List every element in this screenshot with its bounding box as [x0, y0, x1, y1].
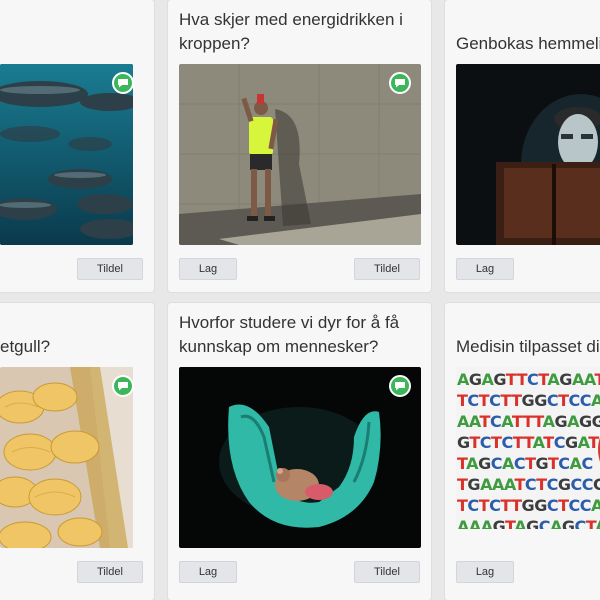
lag-button[interactable]: Lag [456, 258, 514, 280]
chat-bubble-icon [389, 72, 411, 94]
tildel-button[interactable]: Tildel [354, 258, 420, 280]
card-title[interactable]: Genbokas hemmelig [456, 32, 600, 56]
resource-card-fish[interactable]: Tildel [0, 0, 154, 292]
fish-image[interactable] [0, 64, 133, 245]
resource-card-medisin[interactable]: Medisin tilpasset din AGAGTTCTAGAAT TCTCT… [445, 303, 600, 600]
resource-card-chips[interactable]: etgull? Tildel [0, 303, 154, 600]
chat-bubble-icon [112, 72, 134, 94]
tildel-button[interactable]: Tildel [77, 258, 143, 280]
tildel-button[interactable]: Tildel [354, 561, 420, 583]
resource-card-genbok[interactable]: Genbokas hemmelig Lag [445, 0, 600, 292]
tildel-button[interactable]: Tildel [77, 561, 143, 583]
chips-image[interactable] [0, 367, 133, 548]
lag-button[interactable]: Lag [456, 561, 514, 583]
chat-bubble-icon [112, 375, 134, 397]
card-title[interactable]: Hvorfor studere vi dyr for å få kunnskap… [179, 311, 425, 359]
card-title[interactable]: Medisin tilpasset din [456, 335, 600, 359]
chat-bubble-icon [389, 375, 411, 397]
lag-button[interactable]: Lag [179, 561, 237, 583]
energy-drink-image[interactable] [179, 64, 421, 245]
dna-sequence-image[interactable]: AGAGTTCTAGAATTCTCTTGGCTCCAGAATCATTTAGAGG… [456, 367, 600, 529]
mouse-in-hands-image[interactable] [179, 367, 421, 548]
card-title[interactable]: etgull? [0, 335, 148, 359]
genbok-image[interactable] [456, 64, 600, 245]
resource-card-energidrikk[interactable]: Hva skjer med energidrikken i kroppen? L… [168, 0, 431, 292]
lag-button[interactable]: Lag [179, 258, 237, 280]
resource-card-dyr[interactable]: Hvorfor studere vi dyr for å få kunnskap… [168, 303, 431, 600]
card-title[interactable]: Hva skjer med energidrikken i kroppen? [179, 8, 425, 56]
